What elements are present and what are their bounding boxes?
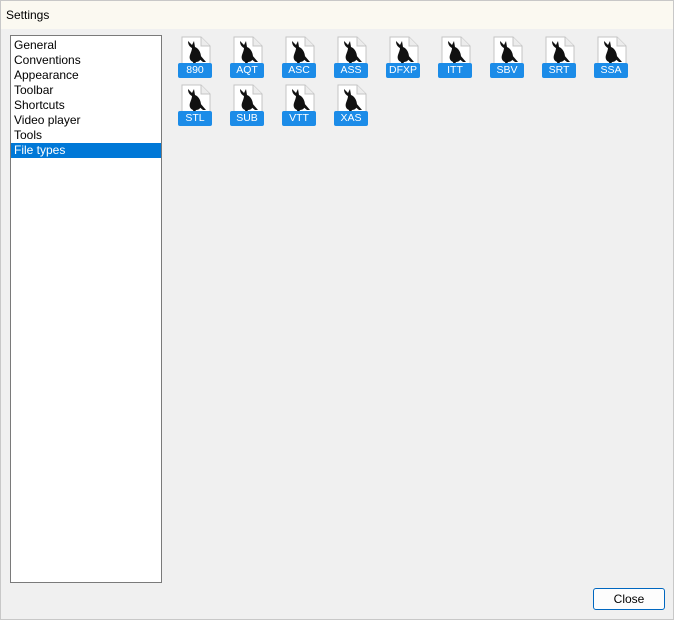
category-item-video-player[interactable]: Video player (11, 113, 161, 128)
file-type-label: XAS (334, 111, 368, 126)
file-type-label: VTT (282, 111, 316, 126)
file-type-label: SUB (230, 111, 264, 126)
close-button[interactable]: Close (593, 588, 665, 610)
settings-window: Settings General Conventions Appearance … (0, 0, 674, 620)
title-bar[interactable]: Settings (1, 1, 673, 29)
file-type-label: ASS (334, 63, 368, 78)
file-type-label: SRT (542, 63, 576, 78)
file-type-label: SBV (490, 63, 524, 78)
file-type-stl[interactable]: STL (178, 84, 214, 128)
category-item-file-types[interactable]: File types (11, 143, 161, 158)
settings-category-list[interactable]: General Conventions Appearance Toolbar S… (10, 35, 162, 583)
file-type-label: ASC (282, 63, 316, 78)
window-title: Settings (6, 8, 50, 22)
file-type-label: AQT (230, 63, 264, 78)
file-type-sbv[interactable]: SBV (490, 36, 526, 80)
file-type-itt[interactable]: ITT (438, 36, 474, 80)
category-item-appearance[interactable]: Appearance (11, 68, 161, 83)
file-type-aqt[interactable]: AQT (230, 36, 266, 80)
category-item-toolbar[interactable]: Toolbar (11, 83, 161, 98)
file-type-label: SSA (594, 63, 628, 78)
file-type-xas[interactable]: XAS (334, 84, 370, 128)
category-item-conventions[interactable]: Conventions (11, 53, 161, 68)
file-type-vtt[interactable]: VTT (282, 84, 318, 128)
file-type-asc[interactable]: ASC (282, 36, 318, 80)
category-item-general[interactable]: General (11, 38, 161, 53)
file-type-label: 890 (178, 63, 212, 78)
category-item-tools[interactable]: Tools (11, 128, 161, 143)
file-type-label: STL (178, 111, 212, 126)
file-type-890[interactable]: 890 (178, 36, 214, 80)
file-type-dfxp[interactable]: DFXP (386, 36, 422, 80)
file-type-label: DFXP (386, 63, 420, 78)
file-type-srt[interactable]: SRT (542, 36, 578, 80)
file-type-ass[interactable]: ASS (334, 36, 370, 80)
file-type-sub[interactable]: SUB (230, 84, 266, 128)
category-item-shortcuts[interactable]: Shortcuts (11, 98, 161, 113)
file-type-ssa[interactable]: SSA (594, 36, 630, 80)
file-type-label: ITT (438, 63, 472, 78)
